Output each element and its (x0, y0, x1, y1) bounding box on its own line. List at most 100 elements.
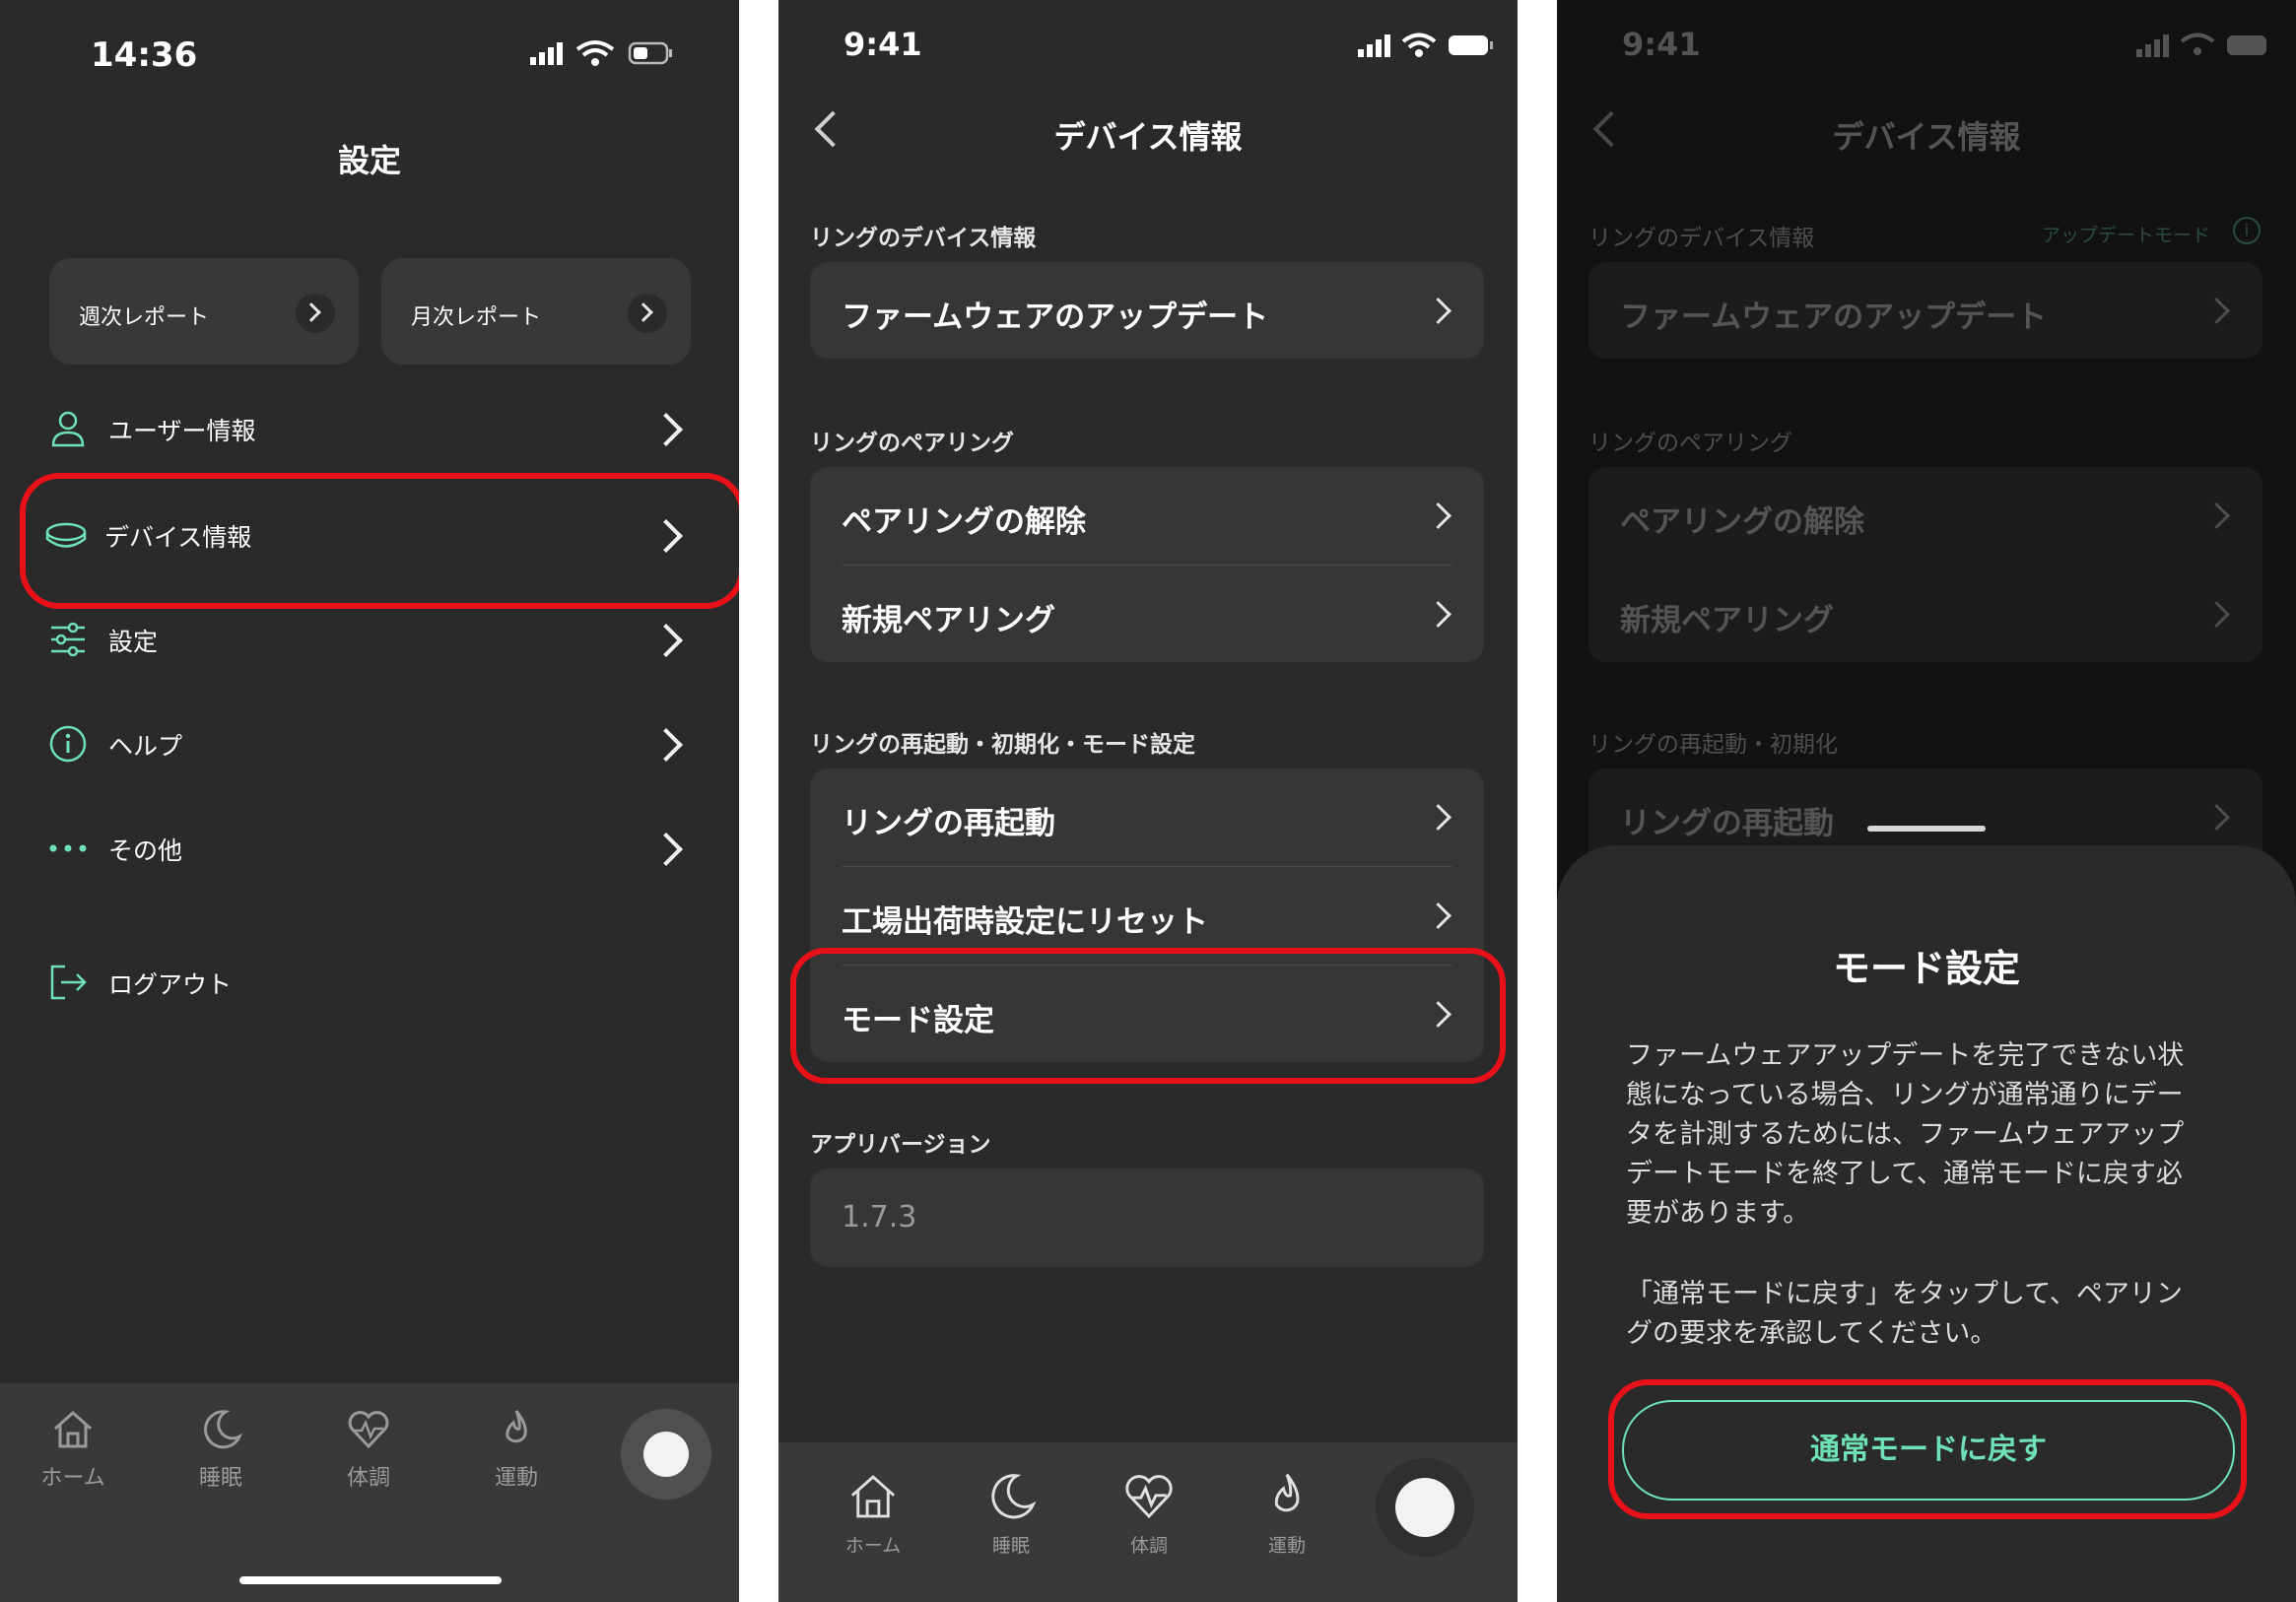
section-device-info: リングのデバイス情報 (1588, 226, 1815, 251)
item-label: ファームウェアのアップデート (1620, 300, 2048, 335)
menu-item-label: ユーザー情報 (108, 417, 256, 445)
sheet-title: モード設定 (1832, 947, 2020, 990)
status-icons (530, 40, 672, 66)
sliders-icon (51, 622, 85, 657)
tab-bar: ホーム 睡眠 体調 運動 (0, 1383, 739, 1602)
tab-home[interactable]: ホーム (14, 1407, 132, 1492)
chevron-right-icon (1425, 601, 1452, 628)
avatar-icon (1395, 1478, 1454, 1537)
status-icons (1358, 33, 1493, 57)
status-time: 14:36 (91, 35, 198, 75)
text-line: デートモードを終了して、通常モードに戻す必 (1626, 1159, 2183, 1189)
tab-condition[interactable]: 体調 (309, 1407, 428, 1492)
monthly-report-card[interactable]: 月次レポート (381, 258, 691, 365)
home-icon (54, 1410, 92, 1448)
chevron-right-icon (1425, 902, 1452, 929)
tab-sleep[interactable]: 睡眠 (952, 1470, 1070, 1558)
restart-item[interactable]: リングの再起動 (810, 768, 1484, 867)
status-time: 9:41 (1622, 26, 1701, 63)
info-icon (49, 725, 87, 763)
item-label: 新規ペアリング (842, 603, 1055, 638)
item-label: リングの再起動 (1620, 806, 1834, 841)
group-device-info: ファームウェアのアップデート (1588, 262, 2262, 359)
bottom-sheet: モード設定 ファームウェアアップデートを完了できない状 態になっている場合、リン… (1557, 845, 2296, 1602)
tab-label: 運動 (494, 1466, 538, 1491)
menu-item-settings[interactable]: 設定 (0, 589, 739, 688)
text-line: ファームウェアアップデートを完了できない状 (1626, 1040, 2185, 1071)
tab-sleep[interactable]: 睡眠 (162, 1407, 280, 1492)
menu-item-label: 設定 (108, 628, 159, 656)
settings-screen: 14:36 設定 週次レポート 月次レポート ユーザー情報 デバイス情報 設定 … (0, 0, 739, 1602)
group-pairing: ペアリングの解除 新規ペアリング (1588, 467, 2262, 662)
tab-exercise[interactable]: 運動 (1228, 1470, 1346, 1558)
home-icon (850, 1475, 896, 1518)
chevron-right-icon (2203, 804, 2230, 831)
item-label: リングの再起動 (842, 806, 1055, 841)
section-restart: リングの再起動・初期化・モード設定 (810, 732, 1195, 758)
section-pairing: リングのペアリング (1588, 431, 1792, 456)
unpair-item[interactable]: ペアリングの解除 (1588, 467, 2262, 566)
new-pairing-item[interactable]: 新規ペアリング (1588, 566, 2262, 664)
flame-icon (1274, 1473, 1300, 1512)
info-icon[interactable]: i (2233, 217, 2261, 244)
text-line: 態になっている場合、リングが通常通りにデー (1626, 1080, 2184, 1110)
chevron-right-icon (2203, 298, 2230, 324)
app-version-box: 1.7.3 (810, 1168, 1484, 1267)
menu-item-label: その他 (108, 836, 183, 865)
tab-condition[interactable]: 体調 (1090, 1470, 1208, 1558)
tab-home[interactable]: ホーム (814, 1470, 932, 1558)
section-pairing: リングのペアリング (810, 431, 1014, 456)
chevron-right-icon (628, 294, 667, 333)
tab-label: 体調 (1129, 1535, 1168, 1557)
text-line: グの要求を承認してください。 (1626, 1318, 1997, 1349)
tab-label: ホーム (40, 1466, 105, 1491)
tab-bar: ホーム 睡眠 体調 運動 (778, 1442, 1518, 1602)
chevron-right-icon (649, 413, 683, 446)
highlight-mode-settings (790, 948, 1506, 1084)
chevron-right-icon (1425, 298, 1452, 324)
text-line: 要があります。 (1626, 1198, 1810, 1229)
flame-icon (506, 1410, 527, 1443)
menu-item-user-info[interactable]: ユーザー情報 (0, 378, 739, 477)
home-indicator (239, 1576, 502, 1584)
chevron-right-icon (2203, 502, 2230, 529)
firmware-update-item[interactable]: ファームウェアのアップデート (1588, 262, 2262, 361)
section-device-info: リングのデバイス情報 (810, 226, 1037, 251)
chevron-right-icon (296, 294, 335, 333)
text-line: 「通常モードに戻す」をタップして、ペアリン (1626, 1279, 2183, 1309)
firmware-update-item[interactable]: ファームウェアのアップデート (810, 262, 1484, 361)
item-label: ファームウェアのアップデート (842, 300, 1269, 335)
sheet-grabber[interactable] (1867, 826, 1986, 832)
tab-exercise[interactable]: 運動 (457, 1407, 575, 1492)
update-mode-label: アップデートモード (2042, 225, 2211, 246)
avatar-icon (643, 1432, 689, 1477)
sheet-paragraph-2: 「通常モードに戻す」をタップして、ペアリン グの要求を承認してください。 (1626, 1275, 2227, 1354)
chevron-right-icon (1425, 502, 1452, 529)
tab-profile[interactable] (621, 1409, 711, 1500)
weekly-report-card[interactable]: 週次レポート (49, 258, 359, 365)
section-restart: リングの再起動・初期化 (1588, 732, 1838, 758)
app-version-value: 1.7.3 (842, 1200, 917, 1235)
item-label: 工場出荷時設定にリセット (842, 904, 1208, 940)
tab-label: 運動 (1267, 1535, 1306, 1557)
group-pairing: ペアリングの解除 新規ペアリング (810, 467, 1484, 662)
unpair-item[interactable]: ペアリングの解除 (810, 467, 1484, 566)
moon-icon (204, 1410, 243, 1449)
chevron-right-icon (649, 833, 683, 866)
logout-button[interactable]: ログアウト (0, 932, 739, 1031)
new-pairing-item[interactable]: 新規ペアリング (810, 566, 1484, 664)
highlight-return-button (1608, 1379, 2247, 1519)
item-label: 新規ペアリング (1620, 603, 1834, 638)
item-label: ペアリングの解除 (842, 504, 1086, 540)
chevron-right-icon (1425, 804, 1452, 831)
mode-settings-sheet-screen: 9:41 デバイス情報 リングのデバイス情報 アップデートモード i ファームウ… (1557, 0, 2296, 1602)
item-label: ペアリングの解除 (1620, 504, 1864, 540)
menu-item-help[interactable]: ヘルプ (0, 694, 739, 792)
menu-item-other[interactable]: その他 (0, 798, 739, 897)
tab-profile[interactable] (1376, 1458, 1474, 1557)
status-icons (2136, 33, 2266, 57)
tab-label: 体調 (346, 1466, 390, 1491)
page-title: デバイス情報 (1832, 118, 2021, 156)
weekly-report-label: 週次レポート (79, 305, 210, 330)
sheet-paragraph-1: ファームウェアアップデートを完了できない状 態になっている場合、リングが通常通り… (1626, 1036, 2227, 1234)
